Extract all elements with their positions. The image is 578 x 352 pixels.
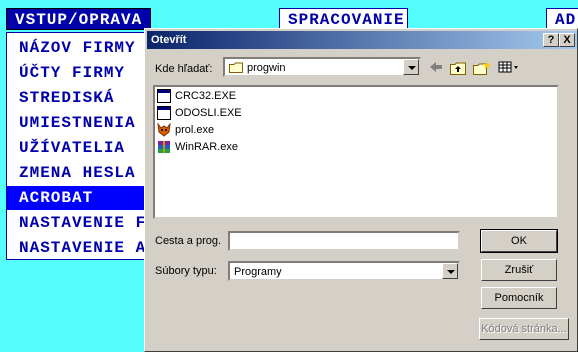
- cancel-button[interactable]: Zrušiť: [481, 259, 557, 281]
- menu-item-nazov-firmy[interactable]: NÁZOV FIRMY: [7, 36, 153, 60]
- winrar-icon: [158, 141, 170, 153]
- tab-spracovanie[interactable]: SPRACOVANIE: [279, 8, 408, 30]
- tab-vstup-oprava[interactable]: VSTUP/OPRAVA: [6, 8, 151, 30]
- dialog-title: Otevřít: [151, 34, 187, 46]
- menu-item-strediska[interactable]: STREDISKÁ: [7, 86, 153, 110]
- menu-item-ucty-firmy[interactable]: ÚČTY FIRMY: [7, 61, 153, 85]
- menu-item-umiestnenia[interactable]: UMIESTNENIA: [7, 111, 153, 135]
- view-menu-icon[interactable]: [497, 61, 521, 77]
- chevron-down-icon[interactable]: [442, 263, 458, 279]
- ok-button[interactable]: OK: [480, 229, 558, 253]
- menu-item-nastavenie-fi[interactable]: NASTAVENIE FI: [7, 211, 153, 235]
- help-title-button[interactable]: ?: [543, 33, 559, 47]
- look-in-combo[interactable]: progwin: [223, 57, 421, 77]
- file-types-combo[interactable]: Programy: [228, 261, 460, 281]
- file-name: CRC32.EXE: [175, 90, 237, 102]
- chevron-down-icon[interactable]: [403, 59, 419, 75]
- exe-icon: [157, 106, 171, 120]
- tab-third[interactable]: AD: [546, 8, 578, 30]
- help-button[interactable]: Pomocník: [481, 287, 557, 309]
- close-button[interactable]: X: [559, 33, 575, 47]
- file-name: ODOSLI.EXE: [175, 107, 242, 119]
- file-types-label: Súbory typu:: [155, 265, 217, 277]
- file-types-value: Programy: [234, 266, 282, 278]
- menu-item-nastavenie-ar[interactable]: NASTAVENIE AR: [7, 236, 153, 260]
- title-bar[interactable]: Otevřít ? X: [147, 31, 577, 49]
- open-dialog: Otevřít ? X Kde hľadať: progwin CRC32.EX…: [144, 28, 578, 352]
- dos-menu: NÁZOV FIRMY ÚČTY FIRMY STREDISKÁ UMIESTN…: [6, 32, 154, 260]
- path-input[interactable]: [228, 231, 460, 251]
- look-in-label: Kde hľadať:: [155, 63, 213, 75]
- file-list[interactable]: CRC32.EXE ODOSLI.EXE prol.exe WinRAR.exe: [153, 85, 559, 219]
- codepage-button[interactable]: Kódová stránka...: [479, 318, 569, 340]
- new-folder-icon[interactable]: [473, 61, 491, 77]
- file-name: prol.exe: [175, 124, 215, 136]
- up-folder-icon[interactable]: [449, 61, 467, 77]
- menu-item-acrobat[interactable]: ACROBAT: [7, 186, 153, 210]
- look-in-value: progwin: [247, 62, 286, 74]
- path-label: Cesta a prog.: [155, 235, 222, 247]
- file-name: WinRAR.exe: [175, 141, 238, 153]
- folder-icon: [229, 62, 243, 73]
- fox-icon: [157, 123, 171, 137]
- menu-item-uzivatelia[interactable]: UŽÍVATELIA: [7, 136, 153, 160]
- exe-icon: [157, 89, 171, 103]
- back-arrow-icon[interactable]: [427, 61, 445, 77]
- menu-item-zmena-hesla[interactable]: ZMENA HESLA: [7, 161, 153, 185]
